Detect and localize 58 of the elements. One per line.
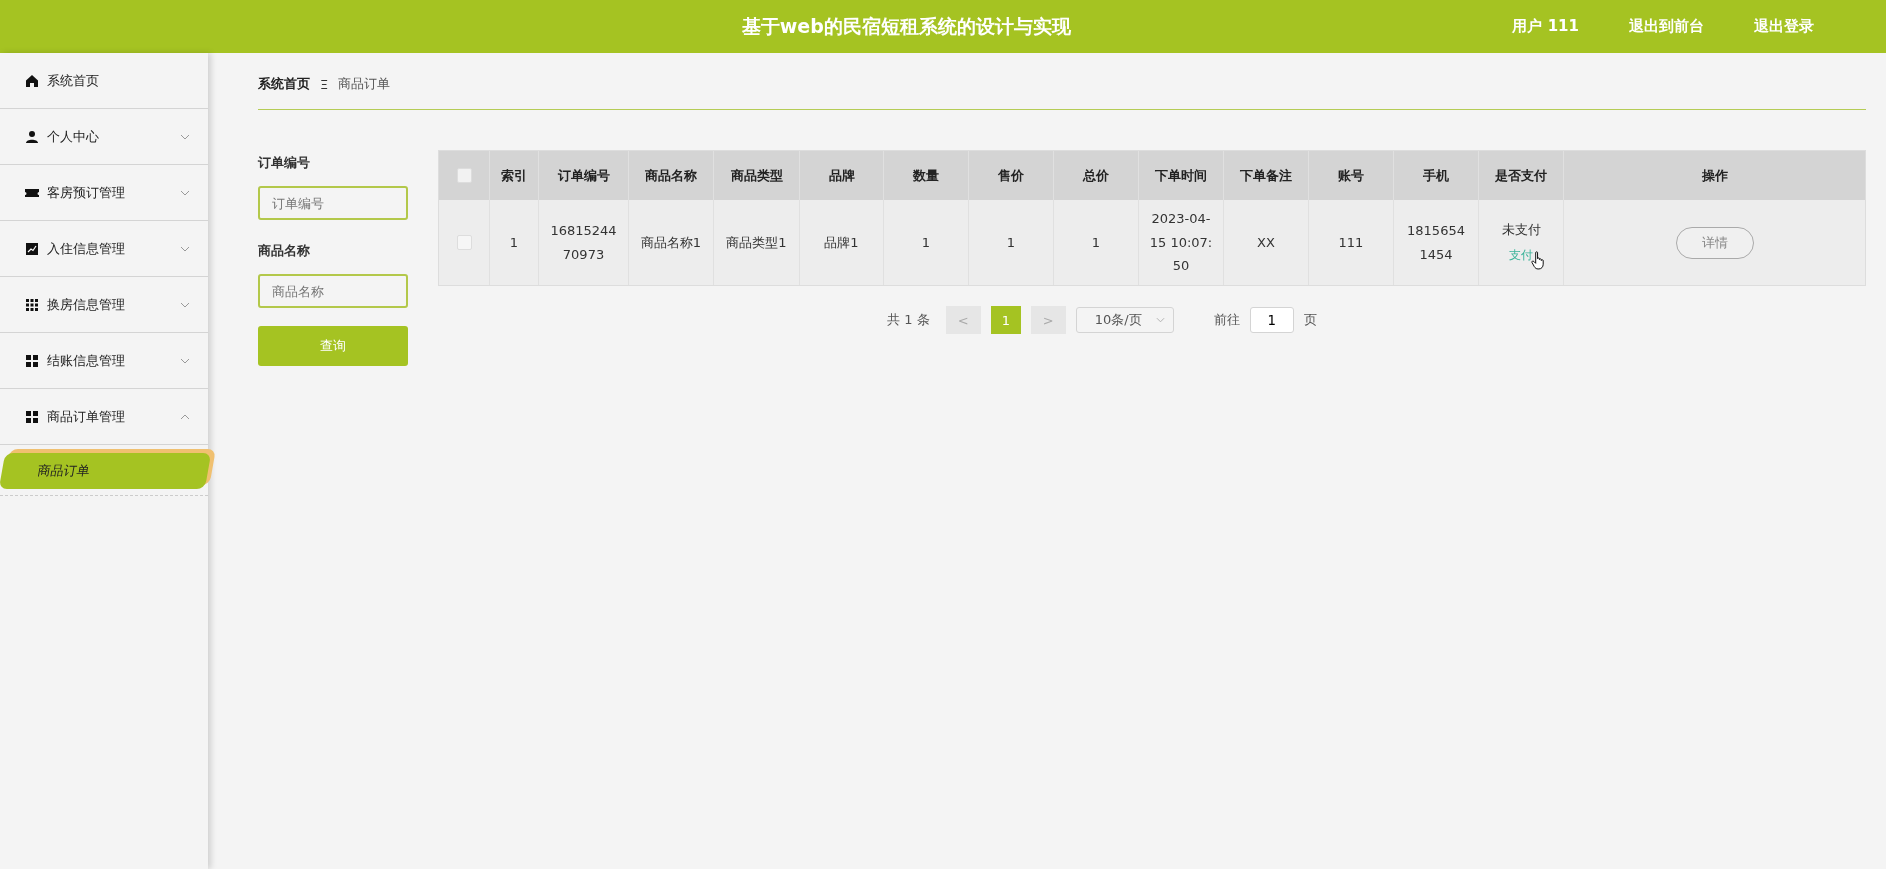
menu-item[interactable]: 客房预订管理 xyxy=(0,165,208,221)
column-header: 商品名称 xyxy=(629,151,714,200)
app-title: 基于web的民宿短租系统的设计与实现 xyxy=(740,13,1072,39)
menu-item[interactable]: 入住信息管理 xyxy=(0,221,208,277)
input-field[interactable]: 商品名称 xyxy=(258,274,408,308)
menu-item[interactable]: 系统首页 xyxy=(0,53,208,109)
home-icon xyxy=(25,73,39,88)
table-cell-text: 1 xyxy=(1006,233,1016,252)
column-header: 是否支付 xyxy=(1479,151,1564,200)
table-cell-text: 1 xyxy=(509,233,519,252)
table-cell-text: 18156541454 xyxy=(1406,222,1466,264)
table-cell-text: 111 xyxy=(1338,233,1364,252)
goto-label: 前往 xyxy=(1213,311,1240,329)
breadcrumb-separator: Ξ xyxy=(320,76,329,92)
column-header: 品牌 xyxy=(800,151,884,200)
table-cell-text: 1681524470973 xyxy=(549,222,618,264)
page-size-select[interactable]: 10条/页 xyxy=(1075,307,1174,333)
checkbox[interactable] xyxy=(456,235,472,250)
column-header: 账号 xyxy=(1309,151,1394,200)
input-field[interactable]: 订单编号 xyxy=(258,186,408,220)
breadcrumb-home[interactable]: 系统首页 xyxy=(258,75,310,93)
table-cell-text: 商品类型1 xyxy=(726,233,787,252)
column-header: 操作 xyxy=(1700,166,1729,185)
hand-cursor-icon xyxy=(1531,251,1546,271)
person-icon xyxy=(25,129,39,144)
table-cell-text: 品牌1 xyxy=(824,233,859,252)
breadcrumb-current: 商品订单 xyxy=(338,75,391,93)
table-cell-text: 商品名称1 xyxy=(640,233,702,252)
payment-status: 未支付 xyxy=(1501,221,1541,239)
grid-icon xyxy=(25,409,39,424)
column-header: 下单时间 xyxy=(1139,151,1224,200)
table-cell-text: 1 xyxy=(921,233,931,252)
field-label: 商品名称 xyxy=(258,242,311,260)
page-input[interactable]: 1 xyxy=(1249,307,1294,333)
column-header: 商品类型 xyxy=(714,151,800,200)
column-header: 总价 xyxy=(1054,151,1139,200)
grid-icon xyxy=(25,297,39,312)
menu-item[interactable]: 个人中心 xyxy=(0,109,208,165)
user-label: 用户 111 xyxy=(1512,17,1579,36)
table-cell-text: 1 xyxy=(1091,233,1101,252)
table-cell-text: XX xyxy=(1257,233,1275,252)
column-header: 数量 xyxy=(884,151,969,200)
total-count: 共 1 条 xyxy=(887,311,930,329)
chevron-icon xyxy=(1155,317,1165,323)
chart-icon xyxy=(25,241,39,256)
grid-icon xyxy=(25,353,39,368)
menu-item[interactable]: 结账信息管理 xyxy=(0,333,208,389)
menu-item[interactable]: 商品订单管理 xyxy=(0,389,208,445)
table-cell-text: 2023-04-15 10:07:50 xyxy=(1148,210,1214,276)
column-header: 索引 xyxy=(490,151,539,200)
column-header: 订单编号 xyxy=(539,151,629,200)
checkbox[interactable] xyxy=(456,168,472,183)
column-header: 售价 xyxy=(969,151,1054,200)
column-header: 下单备注 xyxy=(1224,151,1309,200)
menu-item[interactable]: 换房信息管理 xyxy=(0,277,208,333)
page-suffix: 页 xyxy=(1303,311,1317,329)
field-label: 订单编号 xyxy=(258,154,311,172)
column-header: 手机 xyxy=(1394,151,1479,200)
